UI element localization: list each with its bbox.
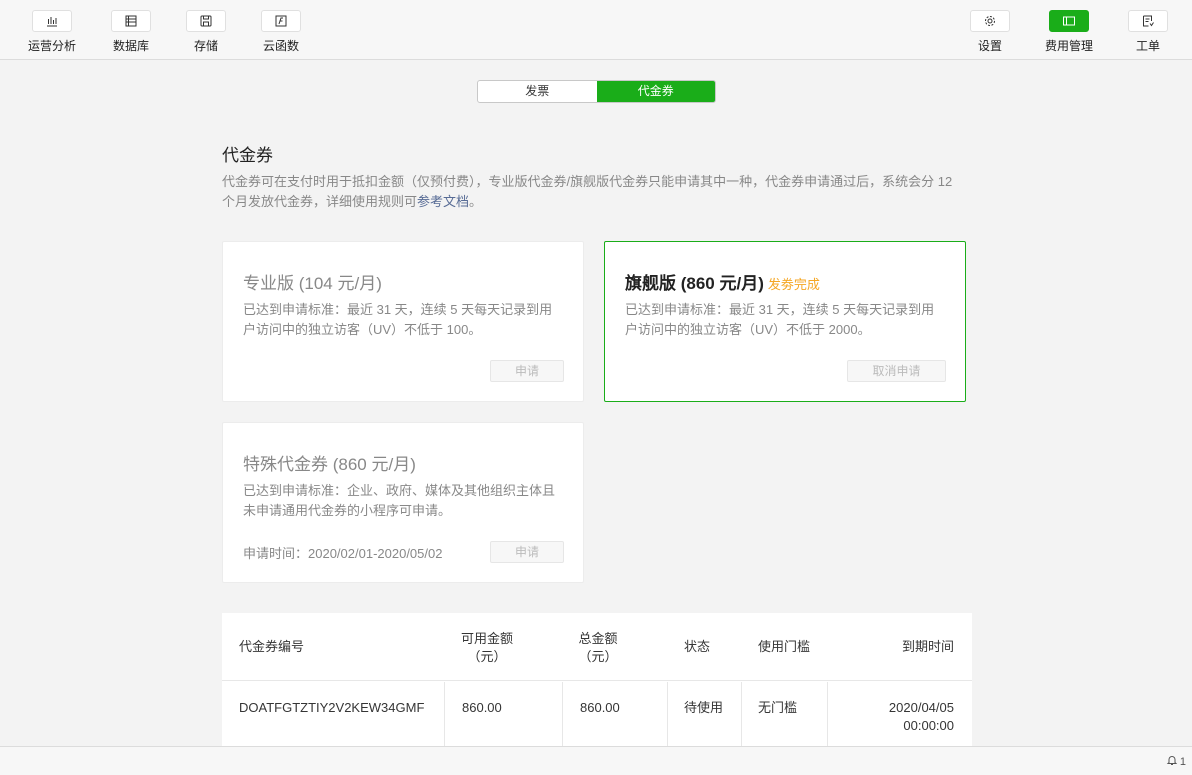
voucher-table: 代金券编号 可用金额 （元） 总金额 （元） 状态 使用门槛 到期时间 DOAT… [222, 613, 972, 746]
status-badge: 发劵完成 [767, 277, 820, 292]
toolbar-ticket[interactable]: 工单 [1118, 10, 1178, 54]
flagship-voucher-desc: 已达到申请标准：最近 31 天，连续 5 天每天记录到用户访问中的独立访客（UV… [625, 302, 935, 337]
col-total-amount-line2: （元） [578, 649, 618, 664]
tab-invoice[interactable]: 发票 [478, 81, 597, 102]
special-voucher-desc: 已达到申请标准：企业、政府、媒体及其他组织主体且未申请通用代金券的小程序可申请。 [243, 483, 556, 518]
bell-icon [1166, 754, 1178, 769]
col-total-amount-line1: 总金额 [578, 631, 618, 646]
flagship-voucher-card: 旗舰版 (860 元/月) 发劵完成 已达到申请标准：最近 31 天，连续 5 天… [604, 241, 966, 402]
cell-voucher-id: DOATFGTZTIY2V2KEW34GMF [239, 700, 425, 715]
storage-icon [186, 10, 226, 32]
cell-expire-date: 2020/04/05 [888, 700, 954, 715]
toolbar-billing[interactable]: 费用管理 [1039, 10, 1099, 54]
pro-voucher-title: 专业版 (104 元/月) [243, 274, 382, 293]
col-voucher-id: 代金券编号 [239, 639, 305, 654]
reference-doc-link[interactable]: 参考文档 [417, 194, 469, 209]
invoice-voucher-tabs: 发票 代金券 [477, 80, 716, 103]
notification-count: 1 [1179, 755, 1186, 768]
toolbar-storage[interactable]: 存储 [176, 10, 236, 54]
column-divider [562, 682, 563, 746]
special-apply-button[interactable]: 申请 [490, 541, 564, 563]
pro-voucher-desc: 已达到申请标准：最近 31 天，连续 5 天每天记录到用户访问中的独立访客（UV… [243, 302, 553, 337]
col-available-amount: 可用金额 （元） [461, 630, 513, 666]
column-divider [827, 682, 828, 746]
pro-apply-button[interactable]: 申请 [490, 360, 564, 382]
toolbar-database-label: 数据库 [112, 39, 149, 53]
ticket-icon [1128, 10, 1168, 32]
toolbar-analytics-label: 运营分析 [27, 39, 76, 53]
cell-status: 待使用 [684, 700, 724, 715]
column-divider [444, 682, 445, 746]
page-title: 代金券 [222, 146, 273, 165]
col-available-amount-line2: （元） [467, 649, 507, 664]
col-threshold: 使用门槛 [758, 639, 811, 654]
voucher-description-end: 。 [469, 194, 483, 209]
toolbar-storage-label: 存储 [193, 39, 218, 53]
toolbar-cloud-function[interactable]: 云函数 [251, 10, 311, 54]
col-expire-time: 到期时间 [901, 639, 954, 654]
cell-available-amount: 860.00 [462, 700, 502, 715]
cell-threshold: 无门槛 [758, 700, 798, 715]
special-voucher-period: 申请时间：2020/02/01-2020/05/02 [243, 546, 443, 561]
toolbar-billing-label: 费用管理 [1044, 39, 1093, 53]
billing-icon [1049, 10, 1089, 32]
toolbar-analytics[interactable]: 运营分析 [22, 10, 82, 54]
table-header: 代金券编号 可用金额 （元） 总金额 （元） 状态 使用门槛 到期时间 [222, 613, 972, 681]
database-icon [111, 10, 151, 32]
top-toolbar: 运营分析 数据库 存储 云函数 设置 费用管理 工单 [0, 0, 1192, 60]
col-status: 状态 [684, 639, 711, 654]
pro-voucher-card: 专业版 (104 元/月) 已达到申请标准：最近 31 天，连续 5 天每天记录… [222, 241, 584, 402]
notification-indicator[interactable]: 1 [1166, 754, 1186, 769]
column-divider [741, 682, 742, 746]
toolbar-settings-label: 设置 [977, 39, 1002, 53]
toolbar-settings[interactable]: 设置 [960, 10, 1020, 54]
cancel-apply-button[interactable]: 取消申请 [847, 360, 946, 382]
toolbar-database[interactable]: 数据库 [101, 10, 161, 54]
toolbar-cloud-function-label: 云函数 [262, 39, 299, 53]
status-bar: 1 [0, 746, 1192, 775]
cloud-function-icon [261, 10, 301, 32]
col-available-amount-line1: 可用金额 [461, 631, 514, 646]
cell-expire-time: 2020/04/05 00:00:00 [889, 699, 954, 735]
column-divider [667, 682, 668, 746]
gear-icon [970, 10, 1010, 32]
voucher-description: 代金券可在支付时用于抵扣金额（仅预付费），专业版代金券/旗舰版代金券只能申请其中… [222, 172, 967, 212]
flagship-voucher-title: 旗舰版 (860 元/月) [625, 274, 764, 293]
tab-voucher[interactable]: 代金券 [596, 81, 715, 102]
voucher-description-text: 代金券可在支付时用于抵扣金额（仅预付费），专业版代金券/旗舰版代金券只能申请其中… [222, 174, 953, 209]
toolbar-ticket-label: 工单 [1135, 39, 1160, 53]
flagship-voucher-title-row: 旗舰版 (860 元/月) 发劵完成 [625, 269, 820, 294]
col-total-amount: 总金额 （元） [576, 630, 620, 666]
special-voucher-title: 特殊代金券 (860 元/月) [243, 455, 416, 474]
cell-expire-clock: 00:00:00 [903, 718, 954, 733]
special-voucher-card: 特殊代金券 (860 元/月) 已达到申请标准：企业、政府、媒体及其他组织主体且… [222, 422, 584, 583]
bar-chart-icon [32, 10, 72, 32]
cell-total-amount: 860.00 [580, 700, 620, 715]
